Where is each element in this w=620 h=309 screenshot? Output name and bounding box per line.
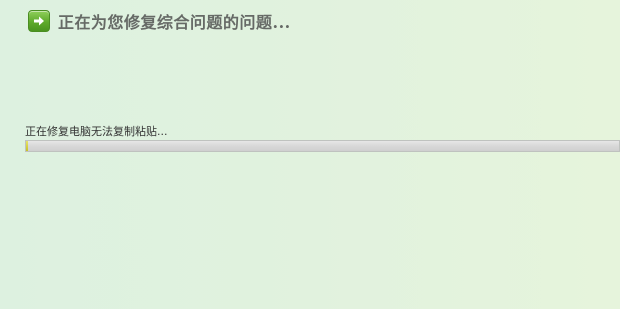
progress-bar <box>25 140 620 152</box>
arrow-right-icon <box>28 10 50 32</box>
header: 正在为您修复综合问题的问题... <box>28 9 291 33</box>
status-text: 正在修复电脑无法复制粘贴... <box>25 125 168 138</box>
page-title: 正在为您修复综合问题的问题... <box>58 13 291 32</box>
progress-fill <box>26 141 28 151</box>
